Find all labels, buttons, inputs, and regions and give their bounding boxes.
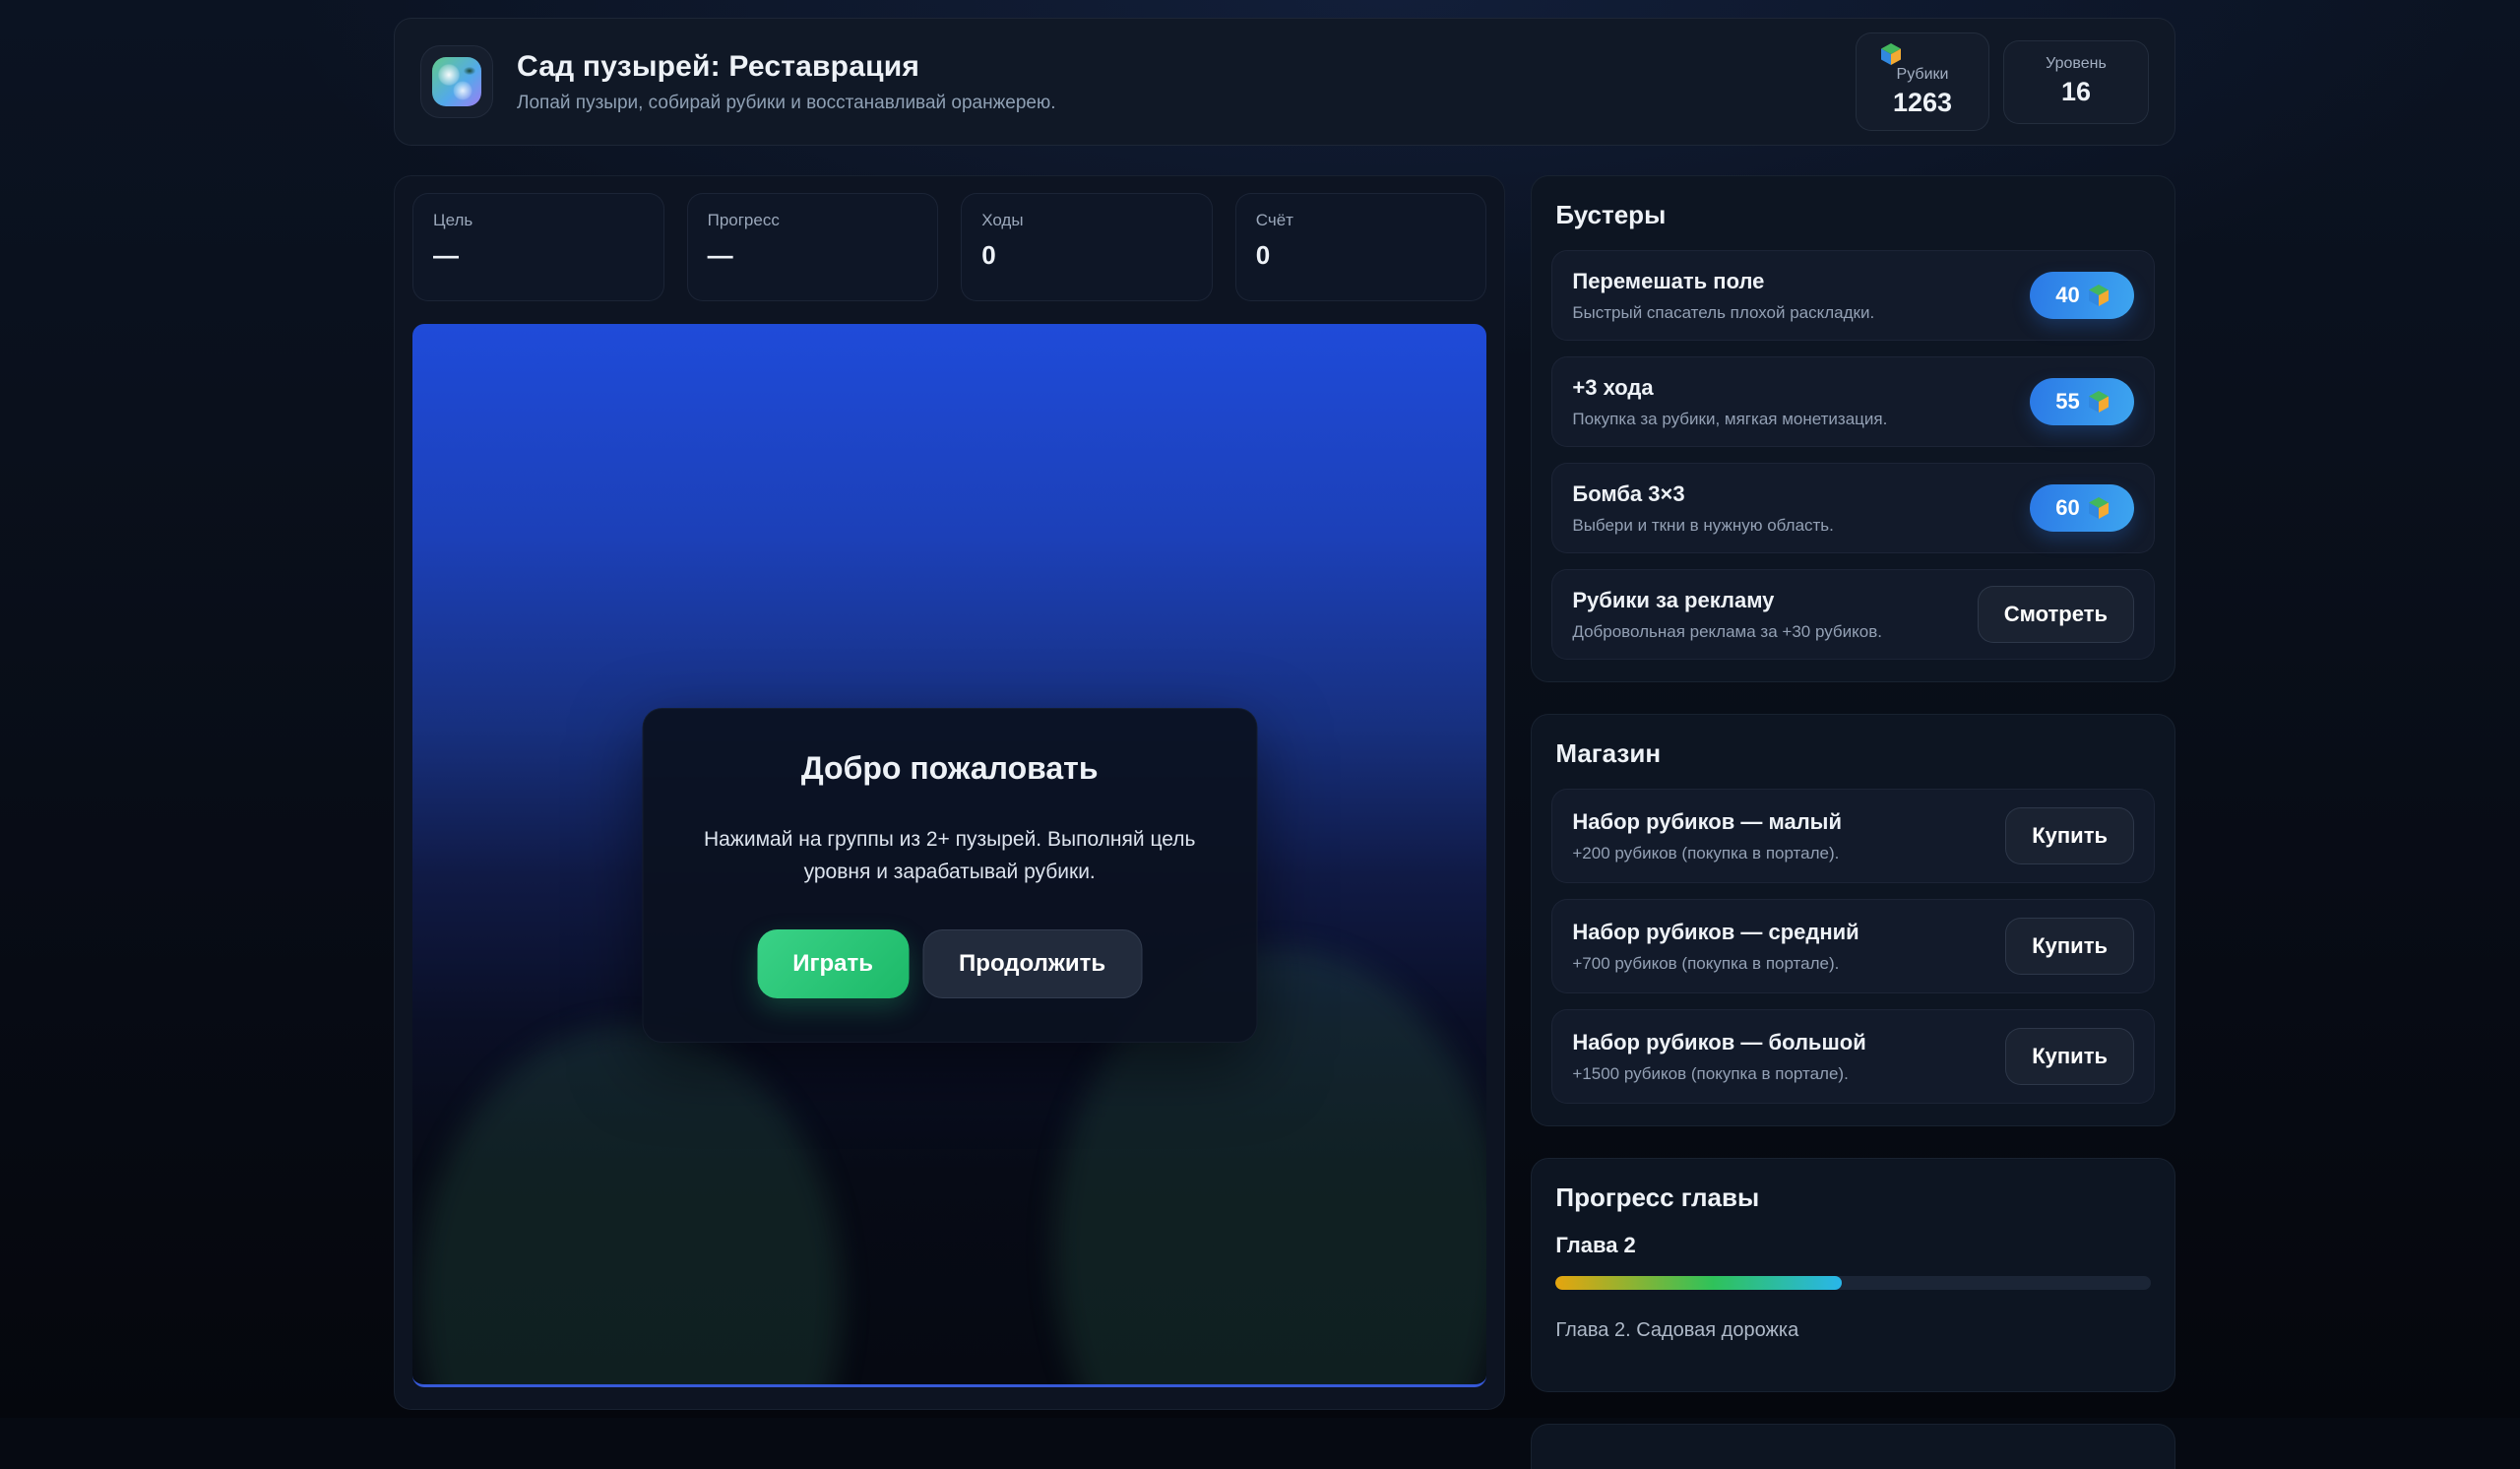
stat-goal: Цель —	[412, 193, 664, 301]
booster-bomb-name: Бомба 3×3	[1572, 481, 1834, 507]
ruby-cube-icon	[1880, 43, 1902, 65]
booster-bomb-price: 60	[2055, 495, 2079, 521]
chapter-title: Прогресс главы	[1555, 1182, 2151, 1213]
shop-pack-small: Набор рубиков — малый +200 рубиков (поку…	[1551, 789, 2155, 883]
booster-extra-moves-desc: Покупка за рубики, мягкая монетизация.	[1572, 410, 1887, 429]
welcome-actions: Играть Продолжить	[682, 929, 1217, 998]
game-panel: Цель — Прогресс — Ходы 0 Счёт 0	[394, 175, 1505, 1410]
bubble-blob-left	[418, 1025, 842, 1387]
next-panel-peek	[1531, 1424, 2175, 1469]
boosters-title: Бустеры	[1555, 200, 2151, 230]
cube-icon	[2089, 497, 2109, 519]
page-title: Сад пузырей: Реставрация	[517, 50, 1056, 84]
shop-panel: Магазин Набор рубиков — малый +200 рубик…	[1531, 714, 2175, 1126]
welcome-body: Нажимай на группы из 2+ пузырей. Выполня…	[682, 824, 1217, 888]
chapter-panel: Прогресс главы Глава 2 Глава 2. Садовая …	[1531, 1158, 2175, 1392]
booster-bomb-buy-button[interactable]: 60	[2030, 484, 2134, 532]
booster-ad-rubies-desc: Добровольная реклама за +30 рубиков.	[1572, 622, 1882, 642]
booster-shuffle-text: Перемешать поле Быстрый спасатель плохой…	[1572, 269, 1874, 323]
shop-pack-large-text: Набор рубиков — большой +1500 рубиков (п…	[1572, 1030, 1865, 1084]
chapter-name: Глава 2	[1555, 1233, 2151, 1258]
stat-moves: Ходы 0	[961, 193, 1213, 301]
booster-extra-moves-name: +3 хода	[1572, 375, 1887, 401]
continue-button[interactable]: Продолжить	[922, 929, 1142, 998]
stat-moves-label: Ходы	[981, 211, 1192, 230]
watch-ad-button[interactable]: Смотреть	[1978, 586, 2134, 643]
app-logo	[420, 45, 493, 118]
booster-extra-moves-text: +3 хода Покупка за рубики, мягкая монети…	[1572, 375, 1887, 429]
boosters-list: Перемешать поле Быстрый спасатель плохой…	[1551, 250, 2155, 660]
chapter-progress-bar	[1555, 1276, 2151, 1290]
main-columns: Цель — Прогресс — Ходы 0 Счёт 0	[394, 175, 2175, 1469]
buy-small-pack-button[interactable]: Купить	[2005, 807, 2134, 864]
header-badges: Рубики 1263 Уровень 16	[1856, 32, 2149, 131]
welcome-title: Добро пожаловать	[682, 750, 1217, 787]
booster-bomb-desc: Выбери и ткни в нужную область.	[1572, 516, 1834, 536]
booster-shuffle-buy-button[interactable]: 40	[2030, 272, 2134, 319]
page-background: Сад пузырей: Реставрация Лопай пузыри, с…	[0, 0, 2520, 1418]
chapter-progress-fill	[1555, 1276, 1841, 1290]
stat-score-value: 0	[1256, 240, 1467, 271]
shop-pack-medium-desc: +700 рубиков (покупка в портале).	[1572, 954, 1858, 974]
stat-goal-value: —	[433, 240, 644, 271]
chapter-caption: Глава 2. Садовая дорожка	[1555, 1319, 2151, 1342]
booster-shuffle-name: Перемешать поле	[1572, 269, 1874, 294]
shop-pack-small-desc: +200 рубиков (покупка в портале).	[1572, 844, 1842, 863]
rubies-value: 1263	[1872, 88, 1973, 118]
booster-ad-rubies: Рубики за рекламу Добровольная реклама з…	[1551, 569, 2155, 660]
booster-shuffle-desc: Быстрый спасатель плохой раскладки.	[1572, 303, 1874, 323]
welcome-modal: Добро пожаловать Нажимай на группы из 2+…	[642, 708, 1257, 1043]
booster-bomb-text: Бомба 3×3 Выбери и ткни в нужную область…	[1572, 481, 1834, 536]
booster-extra-moves-price: 55	[2055, 389, 2079, 415]
cube-icon	[2089, 391, 2109, 413]
shop-pack-large: Набор рубиков — большой +1500 рубиков (п…	[1551, 1009, 2155, 1104]
boosters-panel: Бустеры Перемешать поле Быстрый спасател…	[1531, 175, 2175, 682]
stat-progress: Прогресс —	[687, 193, 939, 301]
shop-pack-medium-name: Набор рубиков — средний	[1572, 920, 1858, 945]
header-text: Сад пузырей: Реставрация Лопай пузыри, с…	[517, 50, 1056, 114]
level-label: Уровень	[2028, 55, 2124, 73]
stat-goal-label: Цель	[433, 211, 644, 230]
shop-pack-large-name: Набор рубиков — большой	[1572, 1030, 1865, 1055]
shop-pack-small-text: Набор рубиков — малый +200 рубиков (поку…	[1572, 809, 1842, 863]
app-container: Сад пузырей: Реставрация Лопай пузыри, с…	[394, 18, 2175, 1469]
app-header: Сад пузырей: Реставрация Лопай пузыри, с…	[394, 18, 2175, 146]
shop-title: Магазин	[1555, 738, 2151, 769]
shop-pack-small-name: Набор рубиков — малый	[1572, 809, 1842, 835]
booster-shuffle: Перемешать поле Быстрый спасатель плохой…	[1551, 250, 2155, 341]
shop-pack-large-desc: +1500 рубиков (покупка в портале).	[1572, 1064, 1865, 1084]
stat-progress-value: —	[708, 240, 918, 271]
stat-moves-value: 0	[981, 240, 1192, 271]
stat-score: Счёт 0	[1235, 193, 1487, 301]
shop-pack-medium-text: Набор рубиков — средний +700 рубиков (по…	[1572, 920, 1858, 974]
play-button[interactable]: Играть	[757, 929, 909, 998]
shop-pack-medium: Набор рубиков — средний +700 рубиков (по…	[1551, 899, 2155, 993]
stat-progress-label: Прогресс	[708, 211, 918, 230]
sidebar: Бустеры Перемешать поле Быстрый спасател…	[1531, 175, 2175, 1469]
booster-extra-moves-buy-button[interactable]: 55	[2030, 378, 2134, 425]
rubies-label: Рубики	[1872, 66, 1973, 84]
booster-bomb: Бомба 3×3 Выбери и ткни в нужную область…	[1551, 463, 2155, 553]
rubies-badge: Рубики 1263	[1856, 32, 1989, 131]
cube-icon	[2089, 285, 2109, 306]
game-canvas[interactable]: Добро пожаловать Нажимай на группы из 2+…	[412, 324, 1486, 1387]
booster-ad-rubies-name: Рубики за рекламу	[1572, 588, 1882, 613]
page-subtitle: Лопай пузыри, собирай рубики и восстанав…	[517, 93, 1056, 114]
bubble-logo-icon	[432, 57, 481, 106]
booster-shuffle-price: 40	[2055, 283, 2079, 308]
booster-ad-rubies-text: Рубики за рекламу Добровольная реклама з…	[1572, 588, 1882, 642]
level-value: 16	[2028, 77, 2124, 107]
shop-list: Набор рубиков — малый +200 рубиков (поку…	[1551, 789, 2155, 1104]
buy-large-pack-button[interactable]: Купить	[2005, 1028, 2134, 1085]
level-badge: Уровень 16	[2003, 40, 2149, 124]
buy-medium-pack-button[interactable]: Купить	[2005, 918, 2134, 975]
booster-extra-moves: +3 хода Покупка за рубики, мягкая монети…	[1551, 356, 2155, 447]
stat-score-label: Счёт	[1256, 211, 1467, 230]
stats-row: Цель — Прогресс — Ходы 0 Счёт 0	[412, 193, 1486, 301]
